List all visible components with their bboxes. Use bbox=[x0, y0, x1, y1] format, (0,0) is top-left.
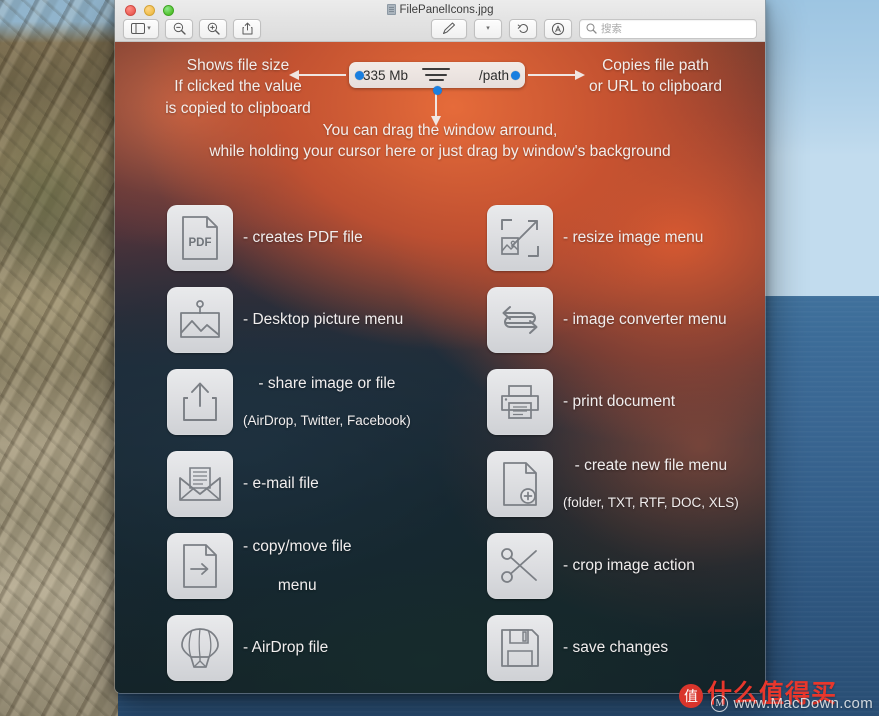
legend-label-group: - copy/move file menu bbox=[243, 518, 352, 615]
smzdm-badge-icon: 值 bbox=[679, 684, 703, 708]
resize-image-icon[interactable] bbox=[487, 205, 553, 271]
arrow-right-icon bbox=[528, 70, 585, 80]
legend-label: - print document bbox=[563, 393, 675, 411]
annotation-file-size: Shows file size If clicked the value is … bbox=[165, 57, 311, 117]
hamburger-menu-icon[interactable] bbox=[421, 68, 451, 82]
floppy-save-icon[interactable] bbox=[487, 615, 553, 681]
printer-icon[interactable] bbox=[487, 369, 553, 435]
legend-sublabel: (folder, TXT, RTF, DOC, XLS) bbox=[563, 494, 739, 510]
new-file-plus-icon[interactable] bbox=[487, 451, 553, 517]
macdown-logo-icon: M bbox=[711, 695, 729, 712]
icon-legend-grid: PDF - creates PDF file - Desktop picture… bbox=[115, 197, 765, 693]
preview-window: FilePanelIcons.jpg ▾ ▾ 搜索 Shows file siz… bbox=[114, 0, 766, 694]
file-arrow-icon[interactable] bbox=[167, 533, 233, 599]
annotation-copy-path: Copies file path or URL to clipboard bbox=[589, 57, 722, 96]
legend-label: - creates PDF file bbox=[243, 229, 363, 247]
svg-text:PDF: PDF bbox=[189, 237, 212, 249]
legend-label-group: - share image or file (AirDrop, Twitter,… bbox=[243, 355, 411, 449]
chevron-down-icon: ▾ bbox=[486, 25, 490, 32]
legend-row-converter: - image converter menu bbox=[487, 279, 762, 361]
file-path-dot bbox=[511, 70, 520, 80]
legend-sublabel: menu bbox=[277, 576, 317, 594]
legend-label: - AirDrop file bbox=[243, 639, 329, 657]
legend-row-airdrop: - AirDrop file bbox=[167, 607, 467, 689]
window-titlebar[interactable]: FilePanelIcons.jpg ▾ ▾ 搜索 bbox=[115, 0, 765, 42]
zoom-in-icon bbox=[207, 22, 220, 35]
watermark-url: www.MacDown.com bbox=[733, 695, 873, 712]
legend-label: - share image or file bbox=[258, 375, 396, 393]
pdf-file-icon[interactable]: PDF bbox=[167, 205, 233, 271]
legend-row-copy-move: - copy/move file menu bbox=[167, 525, 467, 607]
legend-label: - image converter menu bbox=[563, 311, 727, 329]
zoom-out-button[interactable] bbox=[165, 18, 193, 39]
desktop: FilePanelIcons.jpg ▾ ▾ 搜索 Shows file siz… bbox=[0, 0, 879, 716]
legend-label: - e-mail file bbox=[243, 475, 319, 493]
window-title-text: FilePanelIcons.jpg bbox=[399, 3, 494, 16]
legend-row-print: - print document bbox=[487, 361, 762, 443]
markup-options-button[interactable]: ▾ bbox=[474, 18, 502, 39]
legend-label: - copy/move file bbox=[243, 537, 352, 555]
annotate-icon bbox=[551, 22, 565, 35]
toolbar-left-group: ▾ bbox=[123, 18, 261, 39]
legend-label: - crop image action bbox=[563, 557, 695, 575]
legend-row-share: - share image or file (AirDrop, Twitter,… bbox=[167, 361, 467, 443]
legend-row-email: - e-mail file bbox=[167, 443, 467, 525]
markup-button[interactable] bbox=[431, 18, 467, 39]
file-size-label[interactable]: 335 Mb bbox=[363, 68, 408, 83]
legend-label: - resize image menu bbox=[563, 229, 704, 247]
legend-label: - save changes bbox=[563, 639, 669, 657]
legend-row-crop: - crop image action bbox=[487, 525, 762, 607]
annotate-button[interactable] bbox=[544, 18, 572, 39]
convert-arrows-icon[interactable] bbox=[487, 287, 553, 353]
cliff-vegetation bbox=[0, 100, 118, 287]
file-panel-widget[interactable]: 335 Mb /path bbox=[349, 62, 525, 95]
watermark: M www.MacDown.com 值 什么值得买 bbox=[619, 670, 879, 716]
envelope-mail-icon[interactable] bbox=[167, 451, 233, 517]
legend-label: - Desktop picture menu bbox=[243, 311, 404, 329]
toolbar-right-group: ▾ 搜索 bbox=[431, 18, 757, 39]
legend-row-pdf: PDF - creates PDF file bbox=[167, 197, 467, 279]
legend-row-desktop-picture: - Desktop picture menu bbox=[167, 279, 467, 361]
legend-row-resize: - resize image menu bbox=[487, 197, 762, 279]
scissors-icon[interactable] bbox=[487, 533, 553, 599]
zoom-out-icon bbox=[173, 22, 186, 35]
search-placeholder: 搜索 bbox=[601, 23, 622, 35]
legend-row-new-file: - create new file menu (folder, TXT, RTF… bbox=[487, 443, 762, 525]
airdrop-icon[interactable] bbox=[167, 615, 233, 681]
pen-icon bbox=[443, 22, 455, 34]
file-path-label[interactable]: /path bbox=[479, 68, 509, 83]
share-upload-icon[interactable] bbox=[167, 369, 233, 435]
watermark-url-group: M www.MacDown.com bbox=[711, 695, 873, 712]
share-button[interactable] bbox=[233, 18, 261, 39]
cliff-background bbox=[0, 0, 118, 716]
legend-label-group: - create new file menu (folder, TXT, RTF… bbox=[563, 437, 739, 531]
search-field[interactable]: 搜索 bbox=[579, 18, 757, 39]
legend-sublabel: (AirDrop, Twitter, Facebook) bbox=[243, 412, 411, 428]
rotate-button[interactable] bbox=[509, 18, 537, 39]
document-icon bbox=[386, 4, 396, 15]
window-toolbar: ▾ ▾ 搜索 bbox=[115, 15, 765, 42]
sidebar-toggle-button[interactable]: ▾ bbox=[123, 18, 159, 39]
sidebar-icon bbox=[131, 23, 146, 34]
drag-handle-dot[interactable] bbox=[432, 86, 442, 95]
annotation-drag-window: You can drag the window arround, while h… bbox=[209, 122, 671, 161]
zoom-in-button[interactable] bbox=[199, 18, 227, 39]
search-icon bbox=[586, 23, 597, 34]
rotate-icon bbox=[517, 24, 528, 33]
share-icon bbox=[242, 22, 252, 35]
picture-frame-icon[interactable] bbox=[167, 287, 233, 353]
chevron-down-icon: ▾ bbox=[147, 25, 151, 32]
legend-label: - create new file menu bbox=[574, 457, 728, 475]
icon-column-left: PDF - creates PDF file - Desktop picture… bbox=[167, 197, 467, 689]
arrow-left-icon bbox=[289, 70, 346, 80]
image-viewport: Shows file size If clicked the value is … bbox=[115, 42, 765, 693]
icon-column-right: - resize image menu - image converter me… bbox=[487, 197, 762, 689]
